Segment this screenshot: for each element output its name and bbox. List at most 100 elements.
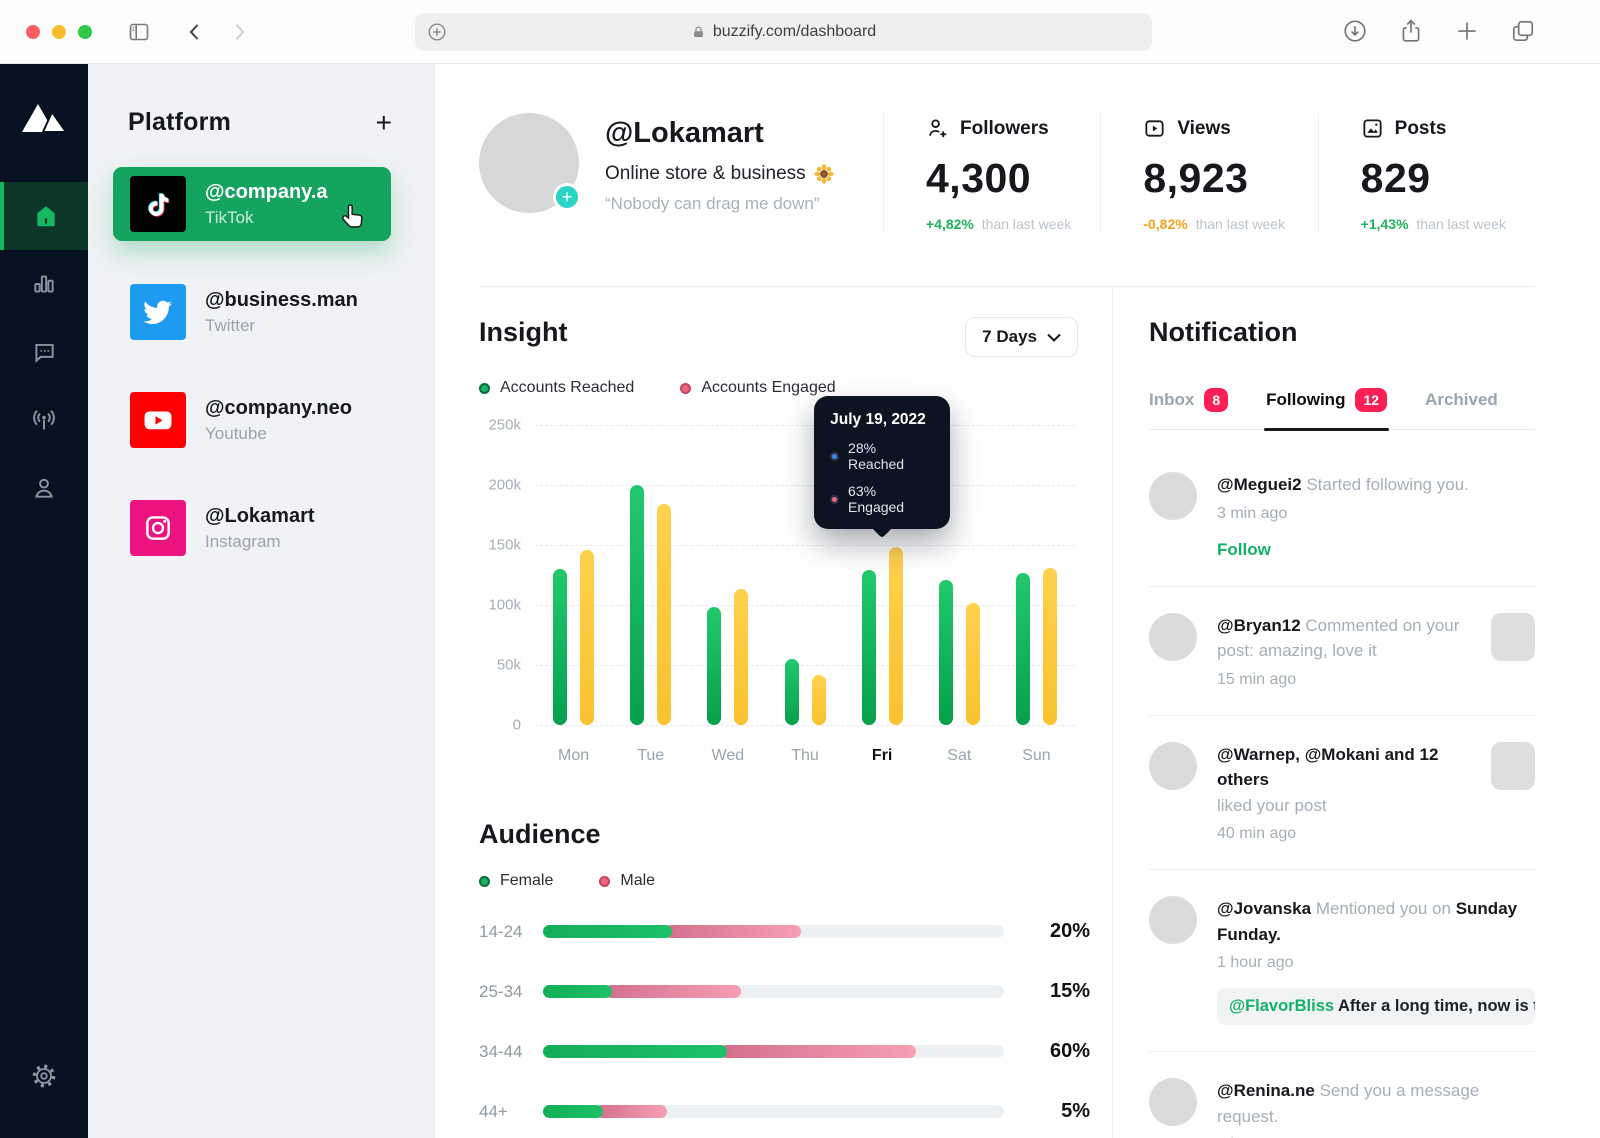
add-platform-button[interactable]: +: [376, 109, 392, 137]
tab-following[interactable]: Following12: [1266, 388, 1387, 429]
date-range-dropdown[interactable]: 7 Days: [965, 317, 1078, 357]
notification-item[interactable]: @Warnep, @Mokani and 12 othersliked your…: [1149, 716, 1535, 871]
bar-engaged-thu[interactable]: [812, 675, 826, 725]
bar-reached-sun[interactable]: [1016, 573, 1030, 725]
account-platform: Twitter: [205, 316, 358, 336]
legend-dot: [479, 383, 490, 394]
stat-value: 8,923: [1143, 155, 1307, 202]
browser-titlebar: buzzify.com/dashboard: [0, 0, 1600, 64]
tooltip-arrow: [872, 517, 893, 538]
x-axis-label-thu: Thu: [791, 747, 819, 765]
notification-item[interactable]: @Bryan12 Commented on your post: amazing…: [1149, 587, 1535, 716]
add-story-badge[interactable]: +: [553, 183, 581, 211]
insight-bar-chart: 250k200k150k100k50k0 July 19, 202228% Re…: [479, 425, 1090, 725]
bar-engaged-sat[interactable]: [966, 603, 980, 725]
legend-dot: [479, 876, 490, 887]
audience-percent: 60%: [1020, 1040, 1090, 1063]
y-axis-tick: 0: [513, 717, 521, 734]
notification-text: @Bryan12 Commented on your post: amazing…: [1217, 613, 1477, 664]
legend-item: Accounts Engaged: [680, 379, 835, 397]
bar-reached-sat[interactable]: [939, 580, 953, 725]
minimize-window-button[interactable]: [52, 25, 66, 39]
notification-time: 15 min ago: [1217, 671, 1477, 689]
y-axis-tick: 250k: [488, 417, 521, 434]
address-bar[interactable]: buzzify.com/dashboard: [415, 13, 1152, 51]
notification-item[interactable]: @Meguei2 Started following you.3 min ago…: [1149, 430, 1535, 587]
bar-reached-mon[interactable]: [553, 569, 567, 725]
zoom-window-button[interactable]: [78, 25, 92, 39]
tab-overview-icon[interactable]: [1510, 18, 1536, 44]
bar-reached-tue[interactable]: [630, 485, 644, 725]
notification-user: @Renina.ne: [1217, 1081, 1315, 1100]
platform-account-twitter[interactable]: @business.manTwitter: [113, 275, 391, 349]
legend-item: Female: [479, 872, 553, 890]
chart-gridline: [535, 605, 1075, 606]
settings-gear-icon[interactable]: [30, 1062, 58, 1090]
broadcast-icon: [30, 406, 58, 434]
bar-engaged-sun[interactable]: [1043, 568, 1057, 725]
nav-broadcast[interactable]: [0, 386, 88, 454]
y-axis-tick: 50k: [497, 657, 521, 674]
audience-row-34-44: 34-4460%: [479, 1040, 1090, 1063]
tab-inbox[interactable]: Inbox 8: [1149, 388, 1228, 429]
page-add-icon[interactable]: [426, 21, 448, 43]
instagram-icon: [130, 500, 186, 556]
bar-reached-fri[interactable]: [862, 570, 876, 725]
nav-home[interactable]: [0, 182, 88, 250]
notification-message: liked your post: [1217, 796, 1327, 815]
sidebar-toggle-icon[interactable]: [127, 20, 151, 44]
notification-text: @Renina.ne Send you a message request.: [1217, 1078, 1535, 1129]
age-group-label: 25-34: [479, 982, 543, 1002]
account-handle: @company.neo: [205, 397, 352, 420]
new-tab-icon[interactable]: [1454, 18, 1480, 44]
follow-button[interactable]: Follow: [1217, 540, 1271, 560]
quote-user: @FlavorBliss: [1229, 997, 1334, 1015]
avatar: [1149, 613, 1197, 661]
tab-label: Archived: [1425, 390, 1498, 410]
bar-engaged-tue[interactable]: [657, 504, 671, 725]
stat-value: 4,300: [926, 155, 1090, 202]
bar-engaged-mon[interactable]: [580, 550, 594, 725]
tooltip-dot: [830, 452, 839, 461]
platform-account-tiktok[interactable]: @company.aTikTok: [113, 167, 391, 241]
notification-item[interactable]: @Renina.ne Send you a message request.2 …: [1149, 1052, 1535, 1138]
y-axis-tick: 100k: [488, 597, 521, 614]
tab-badge: 12: [1355, 388, 1387, 412]
bar-engaged-wed[interactable]: [734, 589, 748, 725]
views-icon: [1143, 117, 1166, 140]
audience-percent: 20%: [1020, 920, 1090, 943]
notification-time: 3 min ago: [1217, 505, 1535, 523]
stat-change: +1,43%: [1361, 216, 1409, 232]
bar-reached-thu[interactable]: [785, 659, 799, 725]
notification-item[interactable]: @Jovanska Mentioned you on Sunday Funday…: [1149, 870, 1535, 1052]
person-icon: [31, 475, 57, 501]
tab-archived[interactable]: Archived: [1425, 388, 1498, 429]
downloads-icon[interactable]: [1342, 18, 1368, 44]
bar-engaged-fri[interactable]: [889, 547, 903, 725]
audience-title: Audience: [479, 819, 1090, 850]
lock-icon: [691, 24, 706, 40]
forward-button[interactable]: [227, 20, 251, 44]
nav-analytics[interactable]: [0, 250, 88, 318]
nav-messages[interactable]: [0, 318, 88, 386]
tab-badge: 8: [1204, 388, 1228, 412]
tab-label: Inbox: [1149, 390, 1194, 410]
tooltip-row: 28% Reached: [830, 440, 934, 472]
tooltip-dot: [830, 495, 839, 504]
app-logo: [21, 98, 67, 140]
platform-account-youtube[interactable]: @company.neoYoutube: [113, 383, 391, 457]
quote-text: After a long time, now is the...: [1334, 997, 1535, 1015]
share-icon[interactable]: [1398, 18, 1424, 44]
platform-account-instagram[interactable]: @LokamartInstagram: [113, 491, 391, 565]
legend-dot: [680, 383, 691, 394]
audience-track: [543, 985, 1004, 998]
nav-profile[interactable]: [0, 454, 88, 522]
tiktok-icon: [130, 176, 186, 232]
avatar: [1149, 1078, 1197, 1126]
close-window-button[interactable]: [26, 25, 40, 39]
bar-reached-wed[interactable]: [707, 607, 721, 725]
account-platform: Instagram: [205, 532, 315, 552]
back-button[interactable]: [183, 20, 207, 44]
stat-change: -0,82%: [1143, 216, 1187, 232]
audience-percent: 15%: [1020, 980, 1090, 1003]
